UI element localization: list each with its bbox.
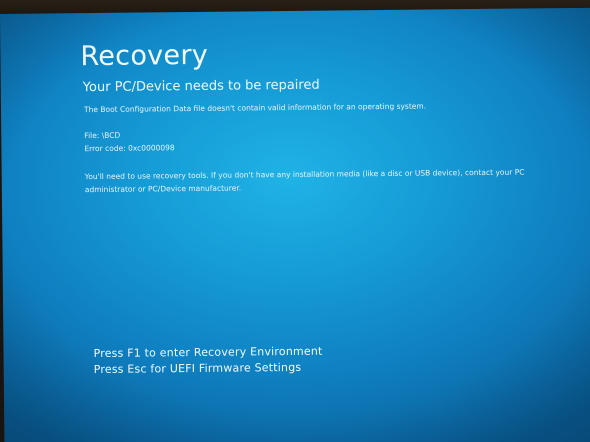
page-title: Recovery (80, 39, 209, 73)
recovery-content: Recovery Your PC/Device needs to be repa… (80, 36, 562, 196)
key-options: Press F1 to enter Recovery Environment P… (93, 345, 322, 379)
photo-frame: Recovery Your PC/Device needs to be repa… (0, 0, 590, 442)
error-code: Error code: 0xc0000098 (84, 143, 175, 154)
file-info: File: \BCD (84, 130, 121, 141)
recovery-screen: Recovery Your PC/Device needs to be repa… (0, 7, 590, 442)
error-description: The Boot Configuration Data file doesn't… (83, 101, 427, 115)
recovery-instructions: You'll need to use recovery tools. If yo… (84, 167, 525, 195)
page-subtitle: Your PC/Device needs to be repaired (82, 77, 320, 96)
key-option-esc[interactable]: Press Esc for UEFI Firmware Settings (94, 361, 323, 376)
key-option-f1[interactable]: Press F1 to enter Recovery Environment (93, 345, 322, 360)
